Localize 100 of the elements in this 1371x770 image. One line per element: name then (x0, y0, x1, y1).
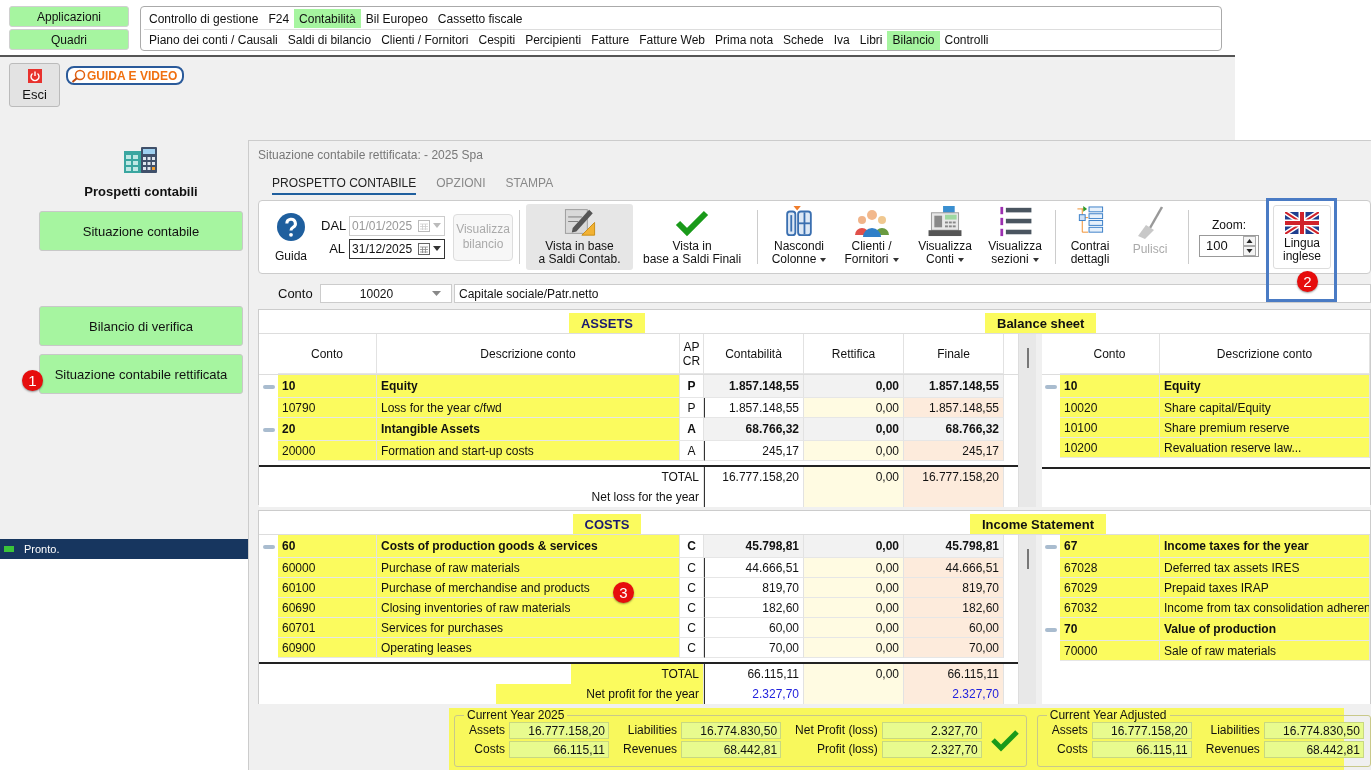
toolbar-button[interactable]: Visualizza sezioni (981, 204, 1050, 270)
exit-button[interactable]: Esci (9, 63, 60, 107)
table-cell: C (680, 618, 704, 638)
broom-icon (1135, 206, 1166, 240)
table-cell: 60,00 (904, 618, 1004, 638)
table-cell: 1.857.148,55 (904, 375, 1004, 398)
english-language-button[interactable]: Lingua inglese (1273, 205, 1332, 269)
menu-item[interactable]: Prima nota (710, 30, 779, 50)
field-label: Revenues (1204, 741, 1260, 758)
menu-item[interactable]: Contabilità (294, 9, 361, 28)
table-cell: Sale of raw materials (1160, 641, 1370, 661)
table-cell: Prepaid taxes IRAP (1160, 578, 1370, 598)
caret-icon (820, 257, 827, 262)
table-cell: 67029 (1060, 578, 1160, 598)
table-cell: 70000 (1060, 641, 1160, 661)
table-cell: Revaluation reserve law... (1160, 438, 1370, 458)
section-heading: COSTS (572, 514, 642, 534)
tab[interactable]: PROSPETTO CONTABILE (272, 175, 417, 195)
app-button[interactable]: Applicazioni (9, 6, 129, 27)
report-button[interactable]: Situazione contabile (39, 211, 243, 251)
table-cell: C (680, 638, 704, 658)
total-label: TOTAL (571, 664, 703, 684)
menu-item[interactable]: Bil Europeo (360, 9, 433, 28)
menu-item[interactable]: Schede (778, 30, 829, 50)
toolbar-button[interactable]: Clienti / Fornitori (834, 204, 910, 270)
value-field: 16.774.830,50 (681, 722, 782, 739)
menu-item[interactable]: Piano dei conti / Causali (144, 30, 283, 50)
menu-item[interactable]: Cassetto fiscale (432, 9, 528, 28)
callout-badge: 1 (22, 370, 43, 391)
zoom-field[interactable]: 100 (1199, 234, 1260, 257)
menu-item[interactable]: F24 (263, 9, 295, 28)
table-cell: 44.666,51 (904, 558, 1004, 578)
report-button[interactable]: Situazione contabile rettificata (39, 354, 243, 394)
help-button[interactable]: Guida (269, 204, 314, 270)
group-title: Current Year 2025 (466, 708, 566, 722)
caret-icon (432, 291, 441, 296)
collapse-icon[interactable] (1045, 627, 1057, 632)
collapse-icon[interactable] (1045, 544, 1057, 549)
table-cell: 0,00 (804, 467, 904, 487)
menu-item[interactable]: Cespiti (473, 30, 521, 50)
table-cell: 60701 (278, 618, 377, 638)
table-cell: A (680, 441, 704, 461)
menu-item[interactable]: Fatture Web (634, 30, 711, 50)
field-label: Liabilities (1209, 722, 1260, 739)
table-cell: 20000 (278, 441, 377, 461)
collapse-icon[interactable] (262, 384, 275, 389)
field-label: Profit (loss) (816, 741, 878, 758)
zoom-label: Zoom: (1212, 217, 1247, 232)
calendar-icon (418, 242, 431, 255)
table-cell: Operating leases (377, 638, 680, 658)
toolbar-button[interactable]: Vista in base a Saldi Contab. (526, 204, 634, 270)
caret-icon (433, 246, 442, 251)
menu-item[interactable]: Controllo di gestione (144, 9, 264, 28)
table-cell: 0,00 (804, 441, 904, 461)
toolbar-button[interactable]: Vista in base a Saldi Finali (633, 204, 752, 270)
table-cell: 0,00 (804, 598, 904, 618)
table-cell: 0,00 (804, 558, 904, 578)
window-title: Situazione contabile rettificata: - 2025 Spa (258, 147, 484, 164)
menu-item[interactable]: Bilancio (887, 30, 940, 50)
table-cell: Services for purchases (377, 618, 680, 638)
column-header: Contabilità (704, 334, 804, 374)
column-header: AP CR (680, 334, 704, 374)
menu-item[interactable]: Iva (828, 30, 855, 50)
table-cell: 182,60 (904, 598, 1004, 618)
menu-item[interactable]: Fatture (586, 30, 635, 50)
columns-icon (784, 206, 815, 237)
table-cell: Loss for the year c/fwd (377, 398, 680, 418)
account-dropdown[interactable]: 10020 (320, 284, 452, 303)
report-button[interactable]: Bilancio di verifica (39, 306, 243, 346)
table-cell: Costs of production goods & services (377, 535, 680, 558)
splitter[interactable] (1018, 334, 1036, 507)
value-field: 16.777.158,20 (1091, 722, 1192, 739)
table-cell: Closing inventories of raw materials (377, 598, 680, 618)
menu-item[interactable]: Controlli (939, 30, 994, 50)
menu-item[interactable]: Clienti / Fornitori (376, 30, 474, 50)
table-cell: 68.766,32 (704, 418, 804, 441)
column-header: Conto (1060, 334, 1160, 374)
splitter[interactable] (1018, 535, 1036, 704)
toolbar-button[interactable]: Contrai dettagli (1062, 204, 1119, 270)
collapse-icon[interactable] (1045, 384, 1057, 389)
menu-item[interactable]: Libri (854, 30, 888, 50)
table-cell: 819,70 (904, 578, 1004, 598)
caret-icon (892, 257, 899, 262)
toolbar-button[interactable]: Visualizza Conti (909, 204, 982, 270)
menu-item[interactable]: Saldi di bilancio (282, 30, 377, 50)
field-label: Revenues (622, 741, 678, 758)
power-icon (27, 68, 42, 83)
date-field[interactable]: 31/12/2025 (349, 238, 446, 259)
field-label: DAL (321, 218, 346, 233)
toolbar-button[interactable]: Nascondi Colonne (764, 204, 835, 270)
app-button[interactable]: Quadri (9, 29, 129, 50)
table-cell: 60000 (278, 558, 377, 578)
total-label: Net loss for the year (590, 489, 700, 506)
field-label: Assets (468, 722, 505, 739)
collapse-icon[interactable] (262, 427, 275, 432)
table-cell: Income taxes for the year (1160, 535, 1370, 558)
collapse-icon[interactable] (262, 544, 275, 549)
table-cell: 60690 (278, 598, 377, 618)
table-cell: 0,00 (804, 418, 904, 441)
menu-item[interactable]: Percipienti (520, 30, 587, 50)
